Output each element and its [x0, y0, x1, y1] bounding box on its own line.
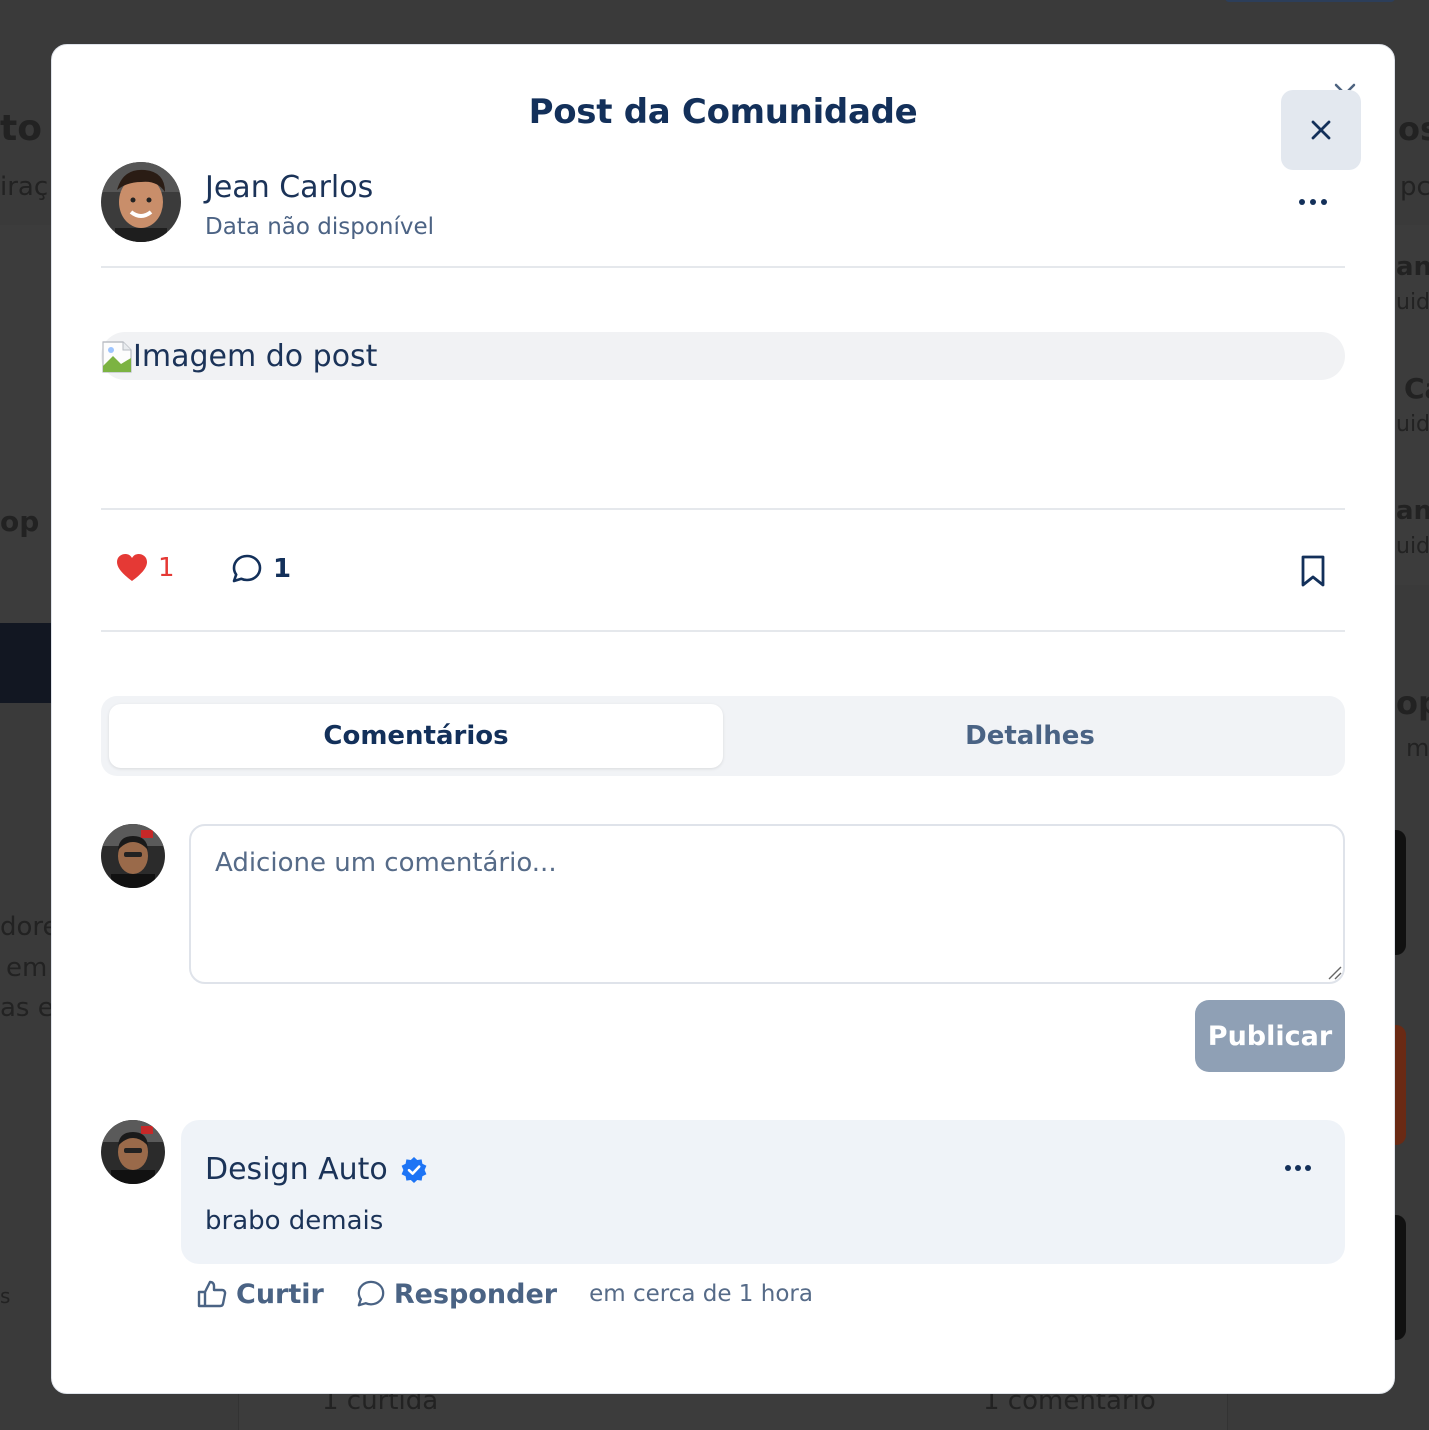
current-user-avatar [101, 824, 165, 888]
bg-fragment: op [0, 505, 40, 538]
thumbs-up-icon [197, 1280, 227, 1308]
heart-icon [117, 554, 147, 581]
bg-fragment: m [1406, 734, 1429, 762]
comment-actions: Curtir Responder em cerca de 1 hora [196, 1274, 813, 1314]
commenter-avatar[interactable] [101, 1120, 165, 1184]
bg-fragment: as e [0, 993, 54, 1023]
close-button[interactable] [1281, 90, 1361, 170]
comment-more-icon[interactable] [1283, 1158, 1313, 1178]
bg-fragment: uid [1396, 534, 1429, 559]
comment-like-label: Curtir [236, 1278, 324, 1310]
bg-fragment: uid [1396, 290, 1429, 315]
more-horizontal-icon[interactable] [1296, 190, 1330, 214]
like-button[interactable]: 1 [116, 553, 175, 583]
tab-comentarios[interactable]: Comentários [109, 704, 723, 768]
tab-bar: Comentários Detalhes [101, 696, 1345, 776]
bg-left-panel [0, 225, 52, 625]
bg-thumb [1394, 1025, 1406, 1145]
publish-button[interactable]: Publicar [1195, 1000, 1345, 1072]
author-avatar[interactable] [101, 162, 181, 242]
comment-icon [232, 554, 262, 583]
comment-reply-button[interactable]: Responder [356, 1279, 557, 1310]
bg-fragment: op [1396, 684, 1429, 722]
bg-fragment: s [0, 1284, 11, 1308]
bg-fragment: os [1398, 110, 1429, 148]
divider [101, 508, 1345, 510]
comment-author-name: Design Auto [205, 1152, 388, 1187]
broken-image-icon [102, 341, 132, 373]
bg-fragment: to [0, 108, 42, 149]
bg-fragment: iraç [0, 172, 49, 202]
bg-fragment: Ca [1404, 372, 1429, 405]
reply-comment-icon [357, 1280, 385, 1307]
comment-bubble: Design Auto brabo demais [181, 1120, 1345, 1264]
bg-top-button [1225, 0, 1395, 2]
comment-like-button[interactable]: Curtir [196, 1278, 324, 1310]
comment-reply-label: Responder [393, 1278, 558, 1310]
bg-thumb [1394, 830, 1406, 955]
modal-title: Post da Comunidade [528, 92, 918, 132]
comment-input[interactable] [189, 824, 1345, 984]
divider [101, 266, 1345, 268]
bg-fragment: uid [1396, 412, 1429, 437]
comment-count: 1 [273, 554, 292, 584]
post-image-alt: Imagem do post [133, 338, 378, 374]
bg-fragment: an [1396, 252, 1429, 282]
bg-left-dark-block [0, 623, 52, 703]
bg-fragment: an [1396, 496, 1429, 526]
bg-fragment: em [6, 953, 48, 983]
post-date: Data não disponível [205, 214, 435, 240]
bg-fragment: dore [0, 912, 59, 942]
bg-fragment: pc [1400, 172, 1429, 202]
post-image[interactable]: Imagem do post [101, 332, 1345, 380]
divider [101, 630, 1345, 632]
comment-author[interactable]: Design Auto [205, 1152, 428, 1187]
close-icon [1311, 120, 1331, 140]
comment-text: brabo demais [205, 1206, 384, 1236]
bookmark-icon[interactable] [1298, 554, 1328, 588]
verified-icon [401, 1156, 427, 1183]
tab-detalhes[interactable]: Detalhes [723, 704, 1337, 768]
like-count: 1 [158, 553, 175, 583]
bg-thumb [1394, 1215, 1406, 1340]
comment-count-button[interactable]: 1 [231, 553, 291, 585]
author-name[interactable]: Jean Carlos [205, 170, 373, 205]
comment-time: em cerca de 1 hora [589, 1281, 813, 1307]
resize-handle-icon[interactable] [1326, 964, 1342, 980]
